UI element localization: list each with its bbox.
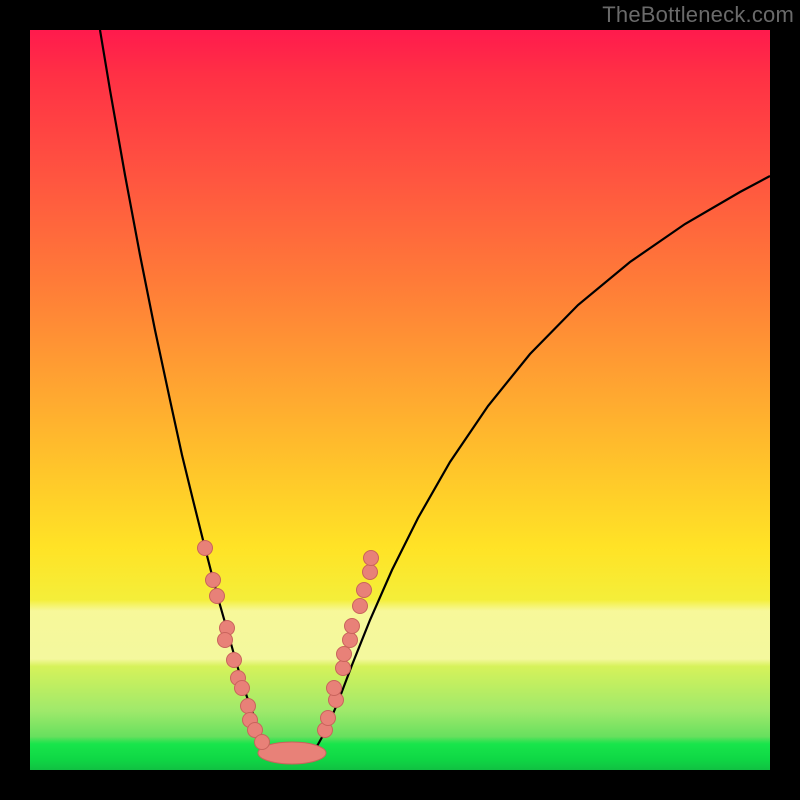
data-point [227,653,242,668]
bottleneck-curve-plot [30,30,770,770]
curve-left-branch [100,30,268,748]
data-point [337,647,352,662]
plot-frame [30,30,770,770]
data-point [364,551,379,566]
data-point [255,735,270,750]
data-point [218,633,233,648]
data-point [336,661,351,676]
data-point [357,583,372,598]
data-point [321,711,336,726]
data-point [235,681,250,696]
data-point-markers [198,541,379,750]
data-point [345,619,360,634]
data-point [353,599,368,614]
data-point [343,633,358,648]
data-point [210,589,225,604]
data-point [206,573,221,588]
data-point [198,541,213,556]
data-point [363,565,378,580]
curve-right-branch [316,176,770,748]
data-point [327,681,342,696]
watermark-text: TheBottleneck.com [602,2,794,28]
data-point [241,699,256,714]
